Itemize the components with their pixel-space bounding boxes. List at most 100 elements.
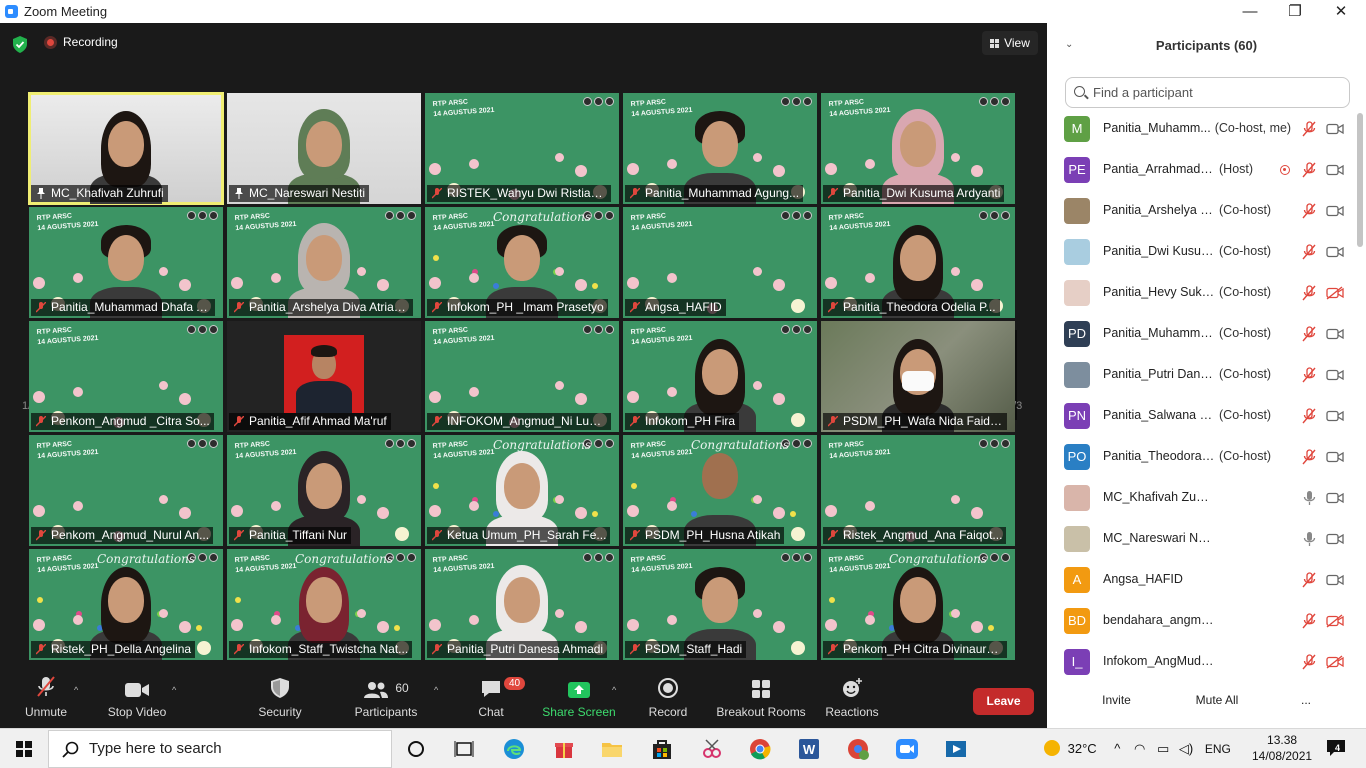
participant-list-item[interactable]: A Angsa_HAFID	[1047, 560, 1352, 601]
chrome-icon[interactable]	[748, 737, 772, 761]
participants-button[interactable]: 60 Participants	[350, 673, 422, 728]
participant-list-item[interactable]: BD bendahara_angmud_Radha Dha	[1047, 601, 1352, 642]
chat-button[interactable]: 40 Chat	[470, 673, 526, 728]
record-button[interactable]: Record	[646, 673, 690, 728]
mic-muted-icon[interactable]	[1302, 285, 1316, 301]
security-button[interactable]: Security	[254, 673, 306, 728]
mic-muted-icon[interactable]	[1302, 326, 1316, 342]
share-options-caret-icon[interactable]: ^	[612, 685, 616, 695]
camera-icon[interactable]	[1326, 532, 1344, 546]
camera-icon[interactable]	[1326, 450, 1344, 464]
participant-video-tile[interactable]: RTP ARSC 14 AGUSTUS 2021 Infokom_PH Fira	[623, 321, 817, 432]
participant-list-item[interactable]: M Panitia_Muhamm... (Co-host, me)	[1047, 109, 1352, 150]
cortana-icon[interactable]	[404, 737, 428, 761]
camera-icon[interactable]	[1326, 368, 1344, 382]
taskbar-search-box[interactable]: Type here to search	[48, 730, 392, 768]
participant-video-tile[interactable]: RTP ARSC 14 AGUSTUS 2021 Penkom_Angmud_Nur…	[29, 435, 223, 546]
camera-icon[interactable]	[1326, 245, 1344, 259]
participant-video-tile[interactable]: RTP ARSC 14 AGUSTUS 2021 Angsa_HAFID	[623, 207, 817, 318]
participant-list-item[interactable]: PD Panitia_Muhammad D... (Co-host)	[1047, 314, 1352, 355]
participant-list-item[interactable]: MC_Khafivah Zuhrufi	[1047, 478, 1352, 519]
more-options-button[interactable]: ...	[1294, 687, 1318, 713]
participant-video-tile[interactable]: RTP ARSC 14 AGUSTUS 2021 Congratulations Pe…	[821, 549, 1015, 660]
participant-video-tile[interactable]: RTP ARSC 14 AGUSTUS 2021 Panitia_Putri Dan…	[425, 549, 619, 660]
close-button[interactable]: ✕	[1318, 0, 1364, 23]
camera-icon[interactable]	[1326, 573, 1344, 587]
camera-off-icon[interactable]	[1326, 614, 1344, 628]
participant-video-tile[interactable]: RTP ARSC 14 AGUSTUS 2021 Panitia_Muhammad …	[623, 93, 817, 204]
stop-video-button[interactable]: Stop Video	[104, 673, 170, 728]
mic-icon[interactable]	[1302, 531, 1316, 547]
camera-off-icon[interactable]	[1326, 655, 1344, 669]
camera-icon[interactable]	[1326, 409, 1344, 423]
battery-icon[interactable]: ▭	[1157, 741, 1169, 756]
weather-sun-icon[interactable]	[1044, 740, 1060, 756]
mic-muted-icon[interactable]	[1302, 367, 1316, 383]
invite-button[interactable]: Invite	[1094, 687, 1139, 713]
participant-list-item[interactable]: Panitia_Arshelya Diva ... (Co-host)	[1047, 191, 1352, 232]
camera-icon[interactable]	[1326, 122, 1344, 136]
participant-video-tile[interactable]: RTP ARSC 14 AGUSTUS 2021 Congratulations In…	[425, 207, 619, 318]
taskbar-clock[interactable]: 13.38 14/08/2021	[1252, 732, 1312, 764]
participant-video-tile[interactable]: RTP ARSC 14 AGUSTUS 2021 INFOKOM_Angmud_Ni…	[425, 321, 619, 432]
participant-video-tile[interactable]: RTP ARSC 14 AGUSTUS 2021 Congratulations PS…	[623, 435, 817, 546]
notification-center-button[interactable]: 4	[1326, 739, 1346, 757]
mic-icon[interactable]	[1302, 490, 1316, 506]
view-button[interactable]: View	[982, 31, 1038, 55]
wifi-icon[interactable]: ◠	[1134, 741, 1145, 756]
share-screen-button[interactable]: Share Screen	[542, 673, 616, 728]
camera-off-icon[interactable]	[1326, 286, 1344, 300]
participant-list-item[interactable]: Panitia_Putri Danesa A... (Co-host)	[1047, 355, 1352, 396]
encryption-shield-icon[interactable]	[12, 36, 28, 53]
mic-muted-icon[interactable]	[1302, 162, 1316, 178]
mic-muted-icon[interactable]	[1302, 449, 1316, 465]
participant-video-tile[interactable]: RTP ARSC 14 AGUSTUS 2021 Penkom_Angmud _Ci…	[29, 321, 223, 432]
participant-list-item[interactable]: I_ Infokom_AngMud _Ovi	[1047, 642, 1352, 683]
participant-list-item[interactable]: PN Panitia_Salwana Nabil... (Co-host)	[1047, 396, 1352, 437]
reactions-button[interactable]: Reactions	[824, 673, 880, 728]
participant-video-tile[interactable]: RTP ARSC 14 AGUSTUS 2021 RISTEK_Wahyu Dwi …	[425, 93, 619, 204]
participant-video-tile[interactable]: MC_Nareswari Nestiti	[227, 93, 421, 204]
camera-icon[interactable]	[1326, 204, 1344, 218]
maximize-button[interactable]: ❐	[1272, 0, 1318, 23]
mic-muted-icon[interactable]	[1302, 121, 1316, 137]
participant-list-item[interactable]: Panitia_Dwi Kusuma A... (Co-host)	[1047, 232, 1352, 273]
camera-icon[interactable]	[1326, 163, 1344, 177]
participant-list-item[interactable]: MC_Nareswari Nestiti	[1047, 519, 1352, 560]
participant-search-input[interactable]: Find a participant	[1065, 77, 1350, 108]
word-icon[interactable]: W	[797, 737, 821, 761]
camera-icon[interactable]	[1326, 327, 1344, 341]
zoom-app-icon[interactable]	[895, 737, 919, 761]
participant-video-tile[interactable]: RTP ARSC 14 AGUSTUS 2021 Panitia_Tiffani N…	[227, 435, 421, 546]
mic-muted-icon[interactable]	[1302, 408, 1316, 424]
participant-video-tile[interactable]: RTP ARSC 14 AGUSTUS 2021 PSDM_Staff_Hadi	[623, 549, 817, 660]
input-language[interactable]: ENG	[1205, 742, 1231, 756]
unmute-button[interactable]: Unmute	[20, 673, 72, 728]
minimize-button[interactable]: —	[1227, 0, 1273, 23]
file-explorer-icon[interactable]	[600, 737, 624, 761]
leave-button[interactable]: Leave	[973, 688, 1034, 715]
video-options-caret-icon[interactable]: ^	[172, 685, 176, 695]
store-icon[interactable]	[650, 737, 674, 761]
participant-video-tile[interactable]: MC_Khafivah Zuhrufi	[28, 92, 224, 205]
participant-video-tile[interactable]: RTP ARSC 14 AGUSTUS 2021 Panitia_Arshelya …	[227, 207, 421, 318]
media-player-icon[interactable]	[944, 737, 968, 761]
camera-icon[interactable]	[1326, 491, 1344, 505]
participant-video-tile[interactable]: RTP ARSC 14 AGUSTUS 2021 Congratulations Ri…	[29, 549, 223, 660]
tray-overflow-caret-icon[interactable]: ^	[1114, 741, 1120, 756]
mic-muted-icon[interactable]	[1302, 572, 1316, 588]
participant-video-tile[interactable]: Panitia_Afif Ahmad Ma'ruf	[227, 321, 421, 432]
chrome-profile-icon[interactable]	[846, 737, 870, 761]
mic-muted-icon[interactable]	[1302, 613, 1316, 629]
edge-browser-icon[interactable]	[502, 737, 526, 761]
participant-list-item[interactable]: PE Pantia_Arrahmadiana... (Host)	[1047, 150, 1352, 191]
gift-app-icon[interactable]	[552, 737, 576, 761]
volume-icon[interactable]: ◁)	[1179, 741, 1193, 756]
weather-temperature[interactable]: 32°C	[1068, 741, 1097, 756]
mic-muted-icon[interactable]	[1302, 203, 1316, 219]
participant-video-tile[interactable]: RTP ARSC 14 AGUSTUS 2021 Panitia_Muhammad …	[29, 207, 223, 318]
snipping-tool-icon[interactable]	[700, 737, 724, 761]
participant-video-tile[interactable]: RTP ARSC 14 AGUSTUS 2021 Panitia_Theodora …	[821, 207, 1015, 318]
recording-indicator[interactable]: Recording	[44, 35, 118, 49]
mute-all-button[interactable]: Mute All	[1186, 687, 1248, 713]
